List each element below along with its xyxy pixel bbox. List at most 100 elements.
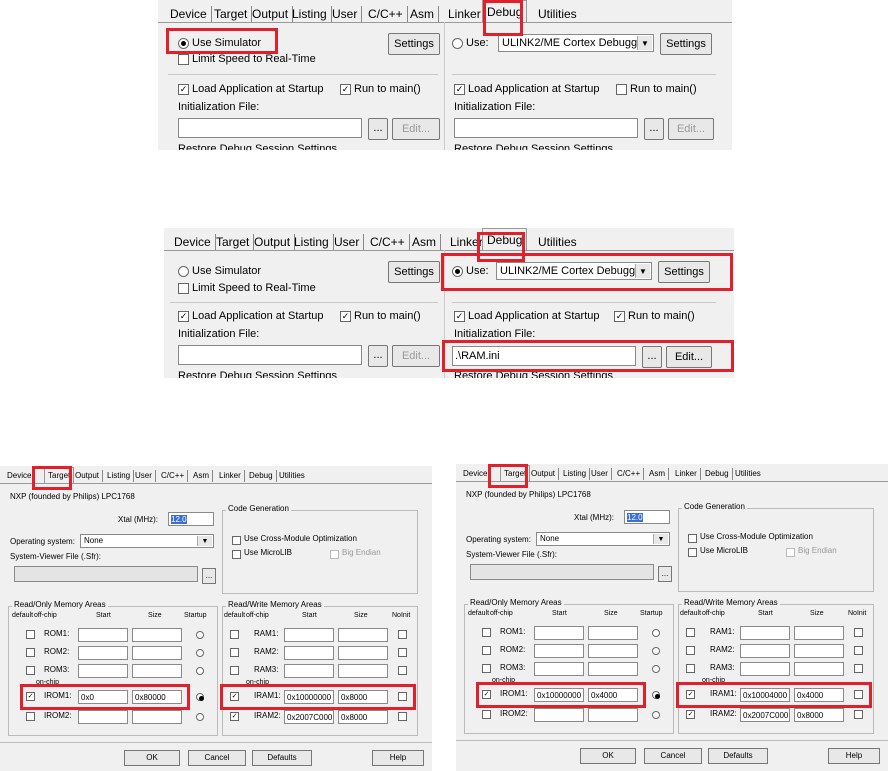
rom-size-input[interactable]	[132, 646, 182, 660]
ram-default-checkbox[interactable]	[686, 628, 695, 637]
irom-size-input[interactable]: 0x80000	[132, 690, 182, 704]
big-endian-checkbox[interactable]	[330, 550, 339, 559]
rom-startup-radio[interactable]	[652, 665, 660, 673]
ram-default-checkbox[interactable]	[686, 664, 695, 673]
rom-startup-radio[interactable]	[652, 629, 660, 637]
help-button[interactable]: Help	[828, 748, 880, 764]
ram-size-input[interactable]	[338, 628, 388, 642]
rom-default-checkbox[interactable]	[26, 666, 35, 675]
limit-speed-checkbox[interactable]	[178, 283, 189, 294]
xtal-input[interactable]: 12.0	[168, 512, 214, 526]
tab-listing[interactable]: Listing	[560, 468, 591, 480]
rom-start-input[interactable]	[78, 646, 128, 660]
rom-startup-radio[interactable]	[196, 631, 204, 639]
irom-start-input[interactable]	[534, 708, 584, 722]
sim-load-app-checkbox[interactable]: ✓	[178, 311, 189, 322]
iram-start-input[interactable]: 0x2007C000	[284, 710, 334, 724]
tab-output[interactable]: Output	[72, 470, 104, 482]
sim-edit-button[interactable]: Edit...	[392, 345, 440, 367]
hw-edit-button[interactable]: Edit...	[668, 118, 714, 140]
ram-noinit-checkbox[interactable]	[398, 648, 407, 657]
iram-start-input[interactable]: 0x2007C000	[740, 708, 790, 722]
cancel-button[interactable]: Cancel	[644, 748, 702, 764]
tab-debug[interactable]: Debug	[482, 228, 528, 251]
tab-linker[interactable]: Linker	[672, 468, 701, 480]
ram-size-input[interactable]	[338, 646, 388, 660]
iram-size-input[interactable]: 0x8000	[338, 710, 388, 724]
defaults-button[interactable]: Defaults	[708, 748, 768, 764]
tab-cpp[interactable]: C/C++	[366, 234, 410, 250]
tab-debug[interactable]: Debug	[246, 470, 277, 482]
ram-start-input[interactable]	[284, 646, 334, 660]
defaults-button[interactable]: Defaults	[252, 750, 312, 766]
cross-module-checkbox[interactable]	[232, 536, 241, 545]
tab-utilities[interactable]: Utilities	[534, 234, 581, 250]
irom-startup-radio[interactable]	[196, 693, 204, 701]
irom-start-input[interactable]	[78, 710, 128, 724]
tab-listing[interactable]: Listing	[290, 234, 334, 250]
irom-size-input[interactable]	[588, 708, 638, 722]
rom-default-checkbox[interactable]	[482, 646, 491, 655]
irom-size-input[interactable]: 0x4000	[588, 688, 638, 702]
tab-debug[interactable]: Debug	[482, 0, 528, 23]
os-select[interactable]: None ▼	[80, 534, 214, 548]
sv-file-input[interactable]	[470, 564, 654, 580]
rom-startup-radio[interactable]	[196, 649, 204, 657]
tab-output[interactable]: Output	[248, 6, 294, 22]
rom-default-checkbox[interactable]	[26, 648, 35, 657]
tab-asm[interactable]: Asm	[190, 470, 213, 482]
sim-settings-button[interactable]: Settings	[388, 33, 440, 55]
tab-asm[interactable]: Asm	[408, 234, 441, 250]
rom-startup-radio[interactable]	[196, 667, 204, 675]
ram-size-input[interactable]	[794, 644, 844, 658]
ram-start-input[interactable]	[740, 644, 790, 658]
hw-settings-button[interactable]: Settings	[660, 33, 712, 55]
tab-user[interactable]: User	[132, 470, 156, 482]
ram-default-checkbox[interactable]	[230, 648, 239, 657]
iram-default-checkbox[interactable]: ✓	[230, 692, 239, 701]
ram-start-input[interactable]	[740, 626, 790, 640]
hw-browse-button[interactable]: ...	[644, 118, 664, 140]
ram-start-input[interactable]	[284, 664, 334, 678]
rom-size-input[interactable]	[132, 628, 182, 642]
microlib-checkbox[interactable]	[232, 550, 241, 559]
ram-noinit-checkbox[interactable]	[398, 666, 407, 675]
iram-size-input[interactable]: 0x8000	[794, 708, 844, 722]
sim-browse-button[interactable]: ...	[368, 345, 388, 367]
iram-default-checkbox[interactable]: ✓	[230, 712, 239, 721]
iram-noinit-checkbox[interactable]	[398, 692, 407, 701]
hw-run-main-checkbox[interactable]: ✓	[614, 311, 625, 322]
tab-asm[interactable]: Asm	[646, 468, 669, 480]
debugger-select[interactable]: ULINK2/ME Cortex Debugger ▼	[498, 34, 654, 52]
use-simulator-radio[interactable]	[178, 38, 189, 49]
irom-startup-radio[interactable]	[652, 711, 660, 719]
sim-run-main-checkbox[interactable]: ✓	[340, 311, 351, 322]
irom-default-checkbox[interactable]	[26, 712, 35, 721]
tab-cpp[interactable]: C/C++	[364, 6, 408, 22]
sim-settings-button[interactable]: Settings	[388, 261, 440, 283]
sv-browse-button[interactable]: ...	[202, 568, 216, 584]
rom-startup-radio[interactable]	[652, 647, 660, 655]
rom-start-input[interactable]	[78, 664, 128, 678]
ram-default-checkbox[interactable]	[686, 646, 695, 655]
tab-user[interactable]: User	[330, 234, 365, 250]
sim-init-file-input[interactable]	[178, 345, 362, 365]
hw-browse-button[interactable]: ...	[642, 346, 662, 368]
tab-device[interactable]: Device	[4, 470, 36, 482]
microlib-checkbox[interactable]	[688, 548, 697, 557]
tab-listing[interactable]: Listing	[288, 6, 332, 22]
xtal-input[interactable]: 12.0	[624, 510, 670, 524]
tab-output[interactable]: Output	[250, 234, 296, 250]
iram-default-checkbox[interactable]: ✓	[686, 710, 695, 719]
rom-size-input[interactable]	[588, 662, 638, 676]
iram-noinit-checkbox[interactable]	[854, 710, 863, 719]
rom-size-input[interactable]	[132, 664, 182, 678]
tab-user[interactable]: User	[588, 468, 612, 480]
irom-default-checkbox[interactable]	[482, 710, 491, 719]
limit-speed-checkbox[interactable]	[178, 54, 189, 65]
rom-start-input[interactable]	[534, 626, 584, 640]
hw-init-file-input[interactable]: .\RAM.ini	[452, 346, 636, 366]
sim-init-file-input[interactable]	[178, 118, 362, 138]
cancel-button[interactable]: Cancel	[188, 750, 246, 766]
use-hw-radio[interactable]	[452, 266, 463, 277]
